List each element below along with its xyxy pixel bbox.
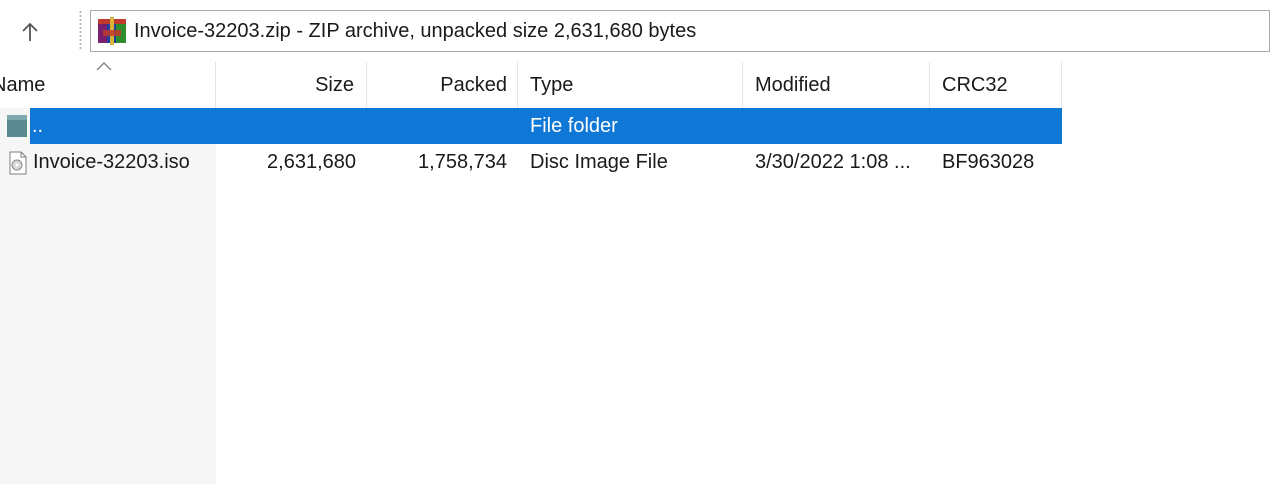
folder-icon	[7, 115, 27, 137]
column-header-size-label: Size	[315, 73, 354, 96]
list-item-name: ..	[32, 114, 44, 137]
list-item-packed	[367, 108, 507, 144]
column-header-name-label: Name	[0, 73, 46, 96]
column-header-crc32[interactable]: CRC32	[930, 62, 1062, 108]
column-header-packed-label: Packed	[440, 73, 507, 96]
list-item-type: Disc Image File	[530, 150, 668, 173]
address-path-text: Invoice-32203.zip - ZIP archive, unpacke…	[134, 19, 697, 42]
column-header-row: Name Size Packed Type Modified CRC32	[0, 61, 1270, 108]
toolbar-separator	[79, 10, 82, 50]
column-header-size[interactable]: Size	[216, 62, 367, 108]
winrar-archive-icon	[98, 17, 126, 45]
archive-window: Invoice-32203.zip - ZIP archive, unpacke…	[0, 0, 1270, 484]
list-item-invoice-iso[interactable]: Invoice-32203.iso 2,631,680 1,758,734 Di…	[0, 144, 1062, 180]
arrow-up-icon	[22, 22, 38, 41]
list-item-size: 2,631,680	[267, 150, 356, 173]
list-item-type: File folder	[530, 114, 618, 137]
list-item-crc32	[942, 108, 1060, 144]
list-item-size	[216, 108, 356, 144]
address-toolbar: Invoice-32203.zip - ZIP archive, unpacke…	[0, 0, 1270, 60]
disc-image-file-icon	[9, 151, 27, 175]
column-header-modified-label: Modified	[755, 73, 831, 96]
list-item-modified	[755, 108, 927, 144]
column-header-modified[interactable]: Modified	[743, 62, 930, 108]
column-header-name[interactable]: Name	[0, 62, 216, 108]
list-item-parent-folder[interactable]: .. File folder	[0, 108, 1062, 144]
column-header-packed[interactable]: Packed	[367, 62, 518, 108]
list-item-packed: 1,758,734	[418, 150, 507, 173]
up-one-level-button[interactable]	[10, 12, 50, 52]
column-header-type[interactable]: Type	[518, 62, 743, 108]
address-bar[interactable]: Invoice-32203.zip - ZIP archive, unpacke…	[90, 10, 1270, 52]
column-header-crc32-label: CRC32	[942, 73, 1008, 96]
list-item-name: Invoice-32203.iso	[33, 150, 190, 173]
list-item-crc32: BF963028	[942, 150, 1035, 173]
list-item-modified: 3/30/2022 1:08 ...	[755, 150, 911, 173]
column-header-type-label: Type	[530, 73, 574, 96]
